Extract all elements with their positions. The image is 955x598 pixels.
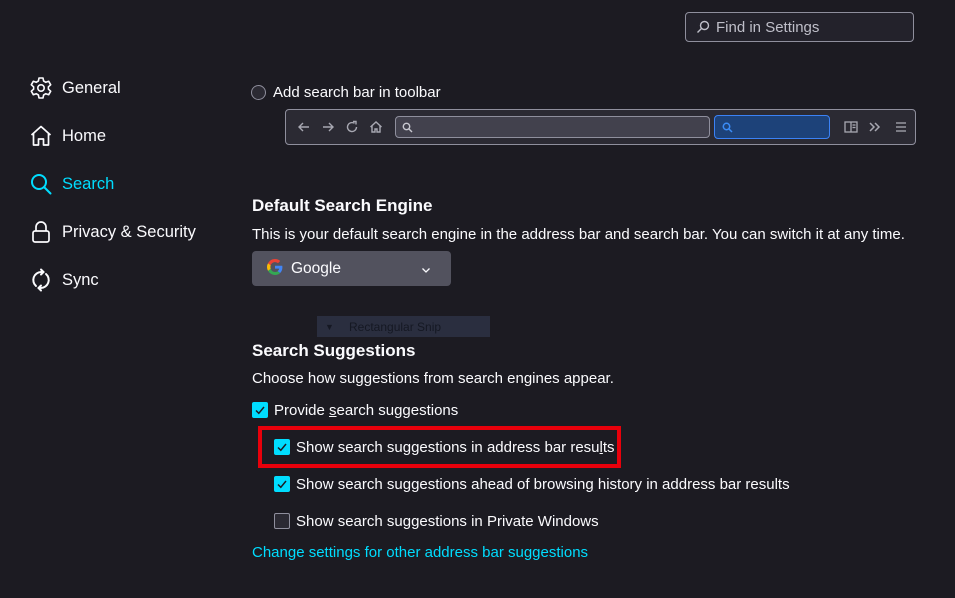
search-icon xyxy=(28,171,54,197)
add-search-bar-option[interactable]: Add search bar in toolbar xyxy=(251,82,441,102)
provide-suggestions-label: Provide search suggestions xyxy=(274,402,458,419)
search-suggestions-heading: Search Suggestions xyxy=(252,341,416,360)
access-key: s xyxy=(329,401,337,419)
sidebar-item-home[interactable]: Home xyxy=(28,120,106,152)
find-in-settings-field[interactable] xyxy=(685,12,914,42)
provide-suggestions-checkbox[interactable] xyxy=(252,402,268,418)
search-suggestions-description: Choose how suggestions from search engin… xyxy=(252,370,614,387)
find-in-settings-input[interactable] xyxy=(714,17,908,37)
gear-icon xyxy=(28,75,54,101)
home-icon xyxy=(364,115,388,139)
address-bar-suggestions-checkbox[interactable] xyxy=(274,439,290,455)
toolbar-preview xyxy=(285,109,916,145)
default-engine-select[interactable]: Google xyxy=(252,251,451,286)
ahead-of-history-label: Show search suggestions ahead of browsin… xyxy=(296,475,790,493)
search-bar-preview xyxy=(714,115,830,139)
sidebar-item-search[interactable]: Search xyxy=(28,168,114,200)
ahead-of-history-option[interactable]: Show search suggestions ahead of browsin… xyxy=(274,474,790,494)
back-arrow-icon xyxy=(292,115,316,139)
home-icon xyxy=(28,123,54,149)
google-logo-icon xyxy=(267,258,283,279)
label-part: earch suggestions xyxy=(336,401,459,419)
sidebar-item-label: Sync xyxy=(62,270,99,289)
private-windows-checkbox[interactable] xyxy=(274,513,290,529)
address-bar-suggestions-label: Show search suggestions in address bar r… xyxy=(296,439,615,456)
sync-icon xyxy=(28,267,54,293)
search-icon xyxy=(402,122,413,132)
overflow-chevrons-icon xyxy=(863,115,887,139)
search-icon xyxy=(697,20,710,33)
label-part: ts xyxy=(602,438,615,456)
forward-arrow-icon xyxy=(316,115,340,139)
add-search-bar-label: Add search bar in toolbar xyxy=(273,83,441,101)
sidebar-toggle-icon xyxy=(839,115,863,139)
change-address-bar-settings-link[interactable]: Change settings for other address bar su… xyxy=(252,544,588,561)
hamburger-menu-icon xyxy=(889,115,913,139)
ahead-of-history-checkbox[interactable] xyxy=(274,476,290,492)
default-engine-heading: Default Search Engine xyxy=(252,196,433,215)
chevron-down-icon xyxy=(421,262,431,279)
default-engine-description: This is your default search engine in th… xyxy=(252,226,905,243)
sidebar-item-general[interactable]: General xyxy=(28,72,121,104)
snip-dropdown-icon: ▼ xyxy=(325,321,334,332)
rectangular-snip-overlay: ▼ Rectangular Snip xyxy=(317,316,490,337)
checkmark-icon xyxy=(277,480,287,489)
snip-label: Rectangular Snip xyxy=(349,319,442,334)
address-bar-preview xyxy=(395,116,710,138)
sidebar-item-label: Privacy & Security xyxy=(62,222,196,241)
lock-icon xyxy=(28,219,54,245)
label-part: Show search suggestions in address bar r… xyxy=(296,438,600,456)
checkmark-icon xyxy=(277,443,287,452)
selected-engine-label: Google xyxy=(291,259,341,277)
reload-icon xyxy=(340,115,364,139)
search-icon xyxy=(722,122,733,133)
add-search-bar-radio[interactable] xyxy=(251,84,266,100)
sidebar-item-privacy-security[interactable]: Privacy & Security xyxy=(28,216,196,248)
sidebar-item-sync[interactable]: Sync xyxy=(28,264,99,296)
private-windows-option[interactable]: Show search suggestions in Private Windo… xyxy=(274,511,599,531)
sidebar-item-label: General xyxy=(62,78,121,97)
checkmark-icon xyxy=(255,406,265,415)
sidebar-item-label: Search xyxy=(62,174,115,193)
address-bar-suggestions-option[interactable]: Show search suggestions in address bar r… xyxy=(274,437,615,457)
sidebar-item-label: Home xyxy=(62,126,107,145)
label-part: Provide xyxy=(274,401,330,419)
private-windows-label: Show search suggestions in Private Windo… xyxy=(296,512,599,530)
provide-suggestions-option[interactable]: Provide search suggestions xyxy=(252,400,458,420)
